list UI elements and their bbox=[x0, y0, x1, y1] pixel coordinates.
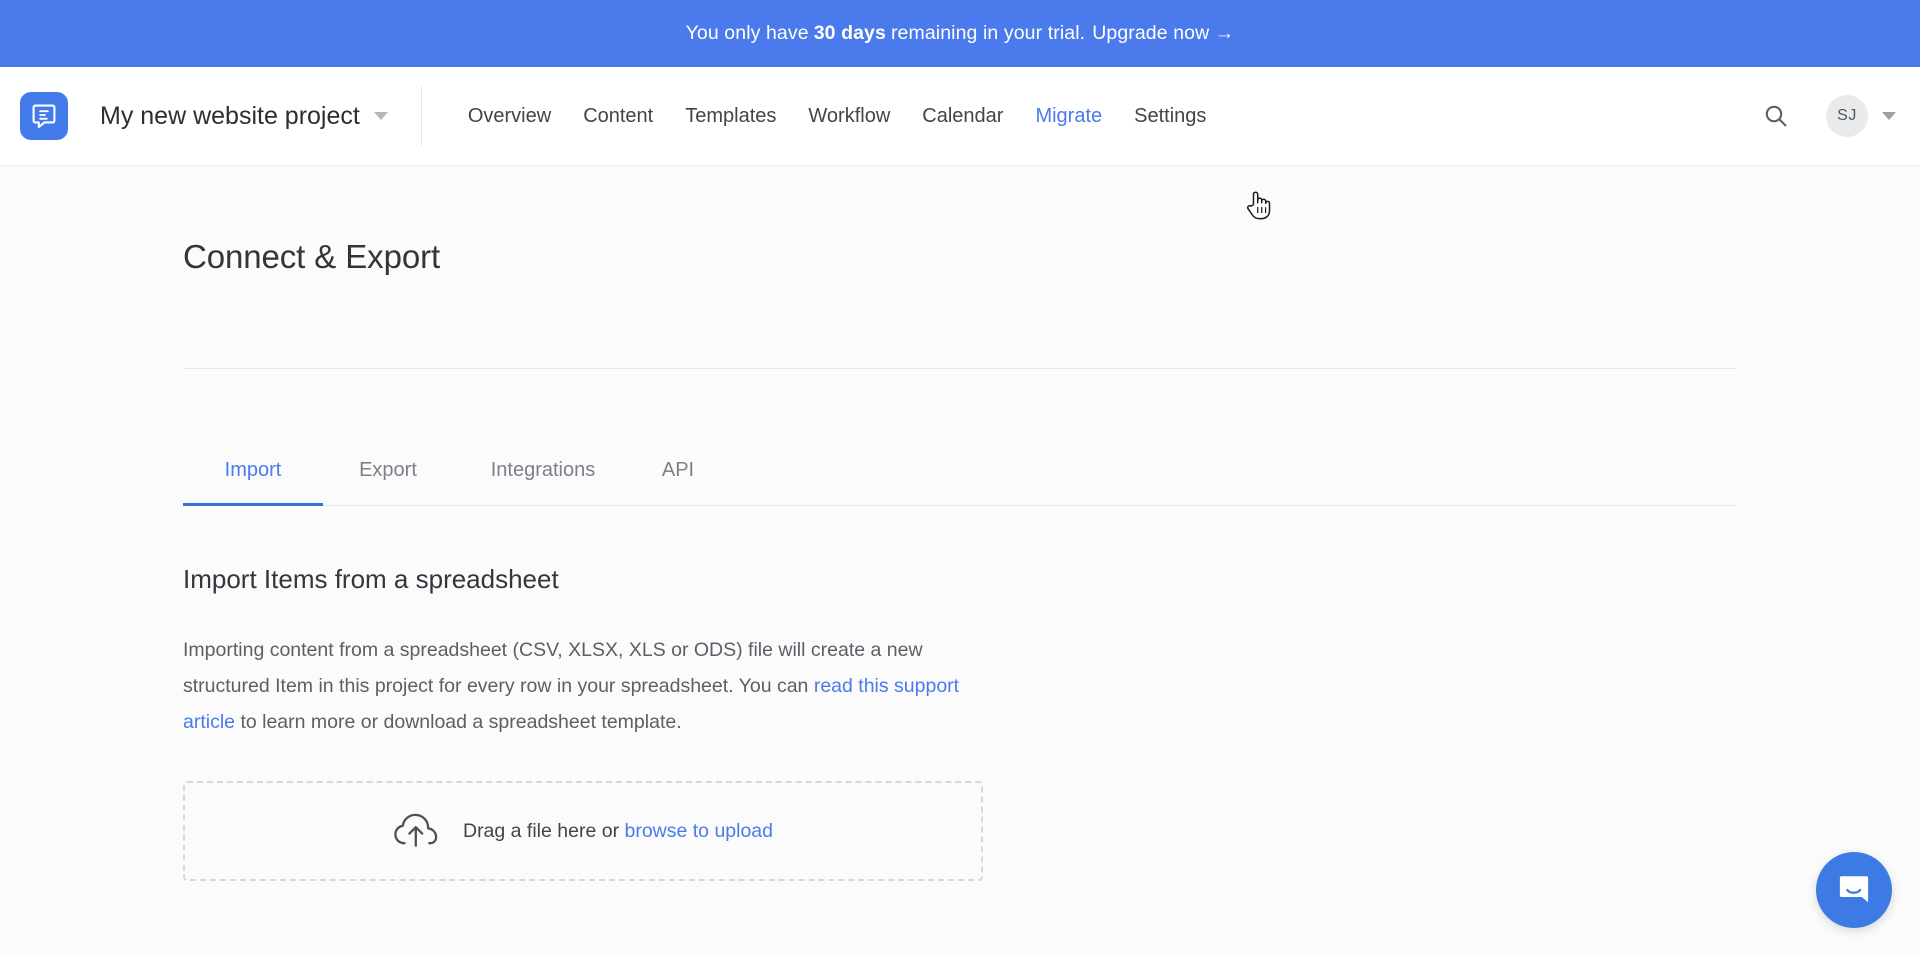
nav-item-templates[interactable]: Templates bbox=[669, 97, 792, 136]
page-body: Connect & Export Import Export Integrati… bbox=[0, 166, 1920, 955]
nav-item-content[interactable]: Content bbox=[567, 97, 669, 136]
tab-api[interactable]: API bbox=[633, 459, 723, 506]
nav-item-calendar[interactable]: Calendar bbox=[906, 97, 1019, 136]
dropzone-text-prefix: Drag a file here or bbox=[462, 819, 625, 842]
header-divider bbox=[183, 368, 1737, 369]
file-dropzone[interactable]: Drag a file here or browse to upload bbox=[183, 781, 983, 881]
account-menu-chevron-down-icon[interactable] bbox=[1882, 112, 1896, 120]
app-logo[interactable] bbox=[20, 92, 68, 140]
tab-integrations[interactable]: Integrations bbox=[453, 459, 633, 506]
project-name-label[interactable]: My new website project bbox=[100, 102, 360, 131]
document-logo-icon bbox=[32, 104, 56, 129]
search-icon bbox=[1765, 105, 1787, 127]
import-panel-heading: Import Items from a spreadsheet bbox=[183, 564, 559, 594]
trial-banner: You only have 30 days remaining in your … bbox=[0, 0, 1920, 67]
tab-export[interactable]: Export bbox=[323, 459, 453, 506]
tab-bar: Import Export Integrations API bbox=[183, 459, 1737, 506]
trial-banner-text-before: You only have bbox=[685, 22, 809, 44]
dropzone-label: Drag a file here or browse to upload bbox=[463, 820, 773, 843]
content-container: Connect & Export Import Export Integrati… bbox=[0, 166, 1737, 881]
import-desc-part1: Importing content from a spreadsheet (CS… bbox=[183, 639, 923, 697]
nav-item-migrate[interactable]: Migrate bbox=[1019, 97, 1118, 136]
trial-banner-text-after: remaining in your trial. bbox=[890, 22, 1086, 44]
upgrade-now-link[interactable]: Upgrade now → bbox=[1092, 22, 1234, 45]
dropzone-inner: Drag a file here or browse to upload bbox=[393, 811, 773, 851]
cloud-upload-icon bbox=[394, 813, 438, 847]
import-desc-part2: to learn more or download a spreadsheet … bbox=[235, 711, 682, 733]
nav-vertical-divider bbox=[420, 86, 422, 146]
avatar[interactable]: SJ bbox=[1826, 95, 1868, 137]
nav-right-cluster: SJ bbox=[1754, 94, 1896, 138]
top-navigation-bar: My new website project Overview Content … bbox=[0, 67, 1920, 220]
nav-item-settings[interactable]: Settings bbox=[1118, 97, 1222, 136]
nav-item-workflow[interactable]: Workflow bbox=[792, 97, 906, 136]
chat-bubble-icon bbox=[1839, 876, 1869, 903]
chat-launcher-button[interactable] bbox=[1816, 852, 1892, 928]
primary-nav: Overview Content Templates Workflow Cale… bbox=[452, 97, 1223, 136]
import-panel-description: Importing content from a spreadsheet (CS… bbox=[183, 632, 973, 740]
browse-to-upload-link[interactable]: browse to upload bbox=[624, 820, 773, 842]
trial-days-remaining: 30 days bbox=[813, 22, 886, 44]
search-button[interactable] bbox=[1754, 94, 1798, 138]
nav-item-overview[interactable]: Overview bbox=[452, 97, 567, 136]
brand-block: My new website project bbox=[20, 92, 388, 140]
project-switcher-chevron-down-icon[interactable] bbox=[373, 112, 388, 120]
page-title: Connect & Export bbox=[183, 238, 441, 275]
tab-import[interactable]: Import bbox=[183, 459, 323, 506]
